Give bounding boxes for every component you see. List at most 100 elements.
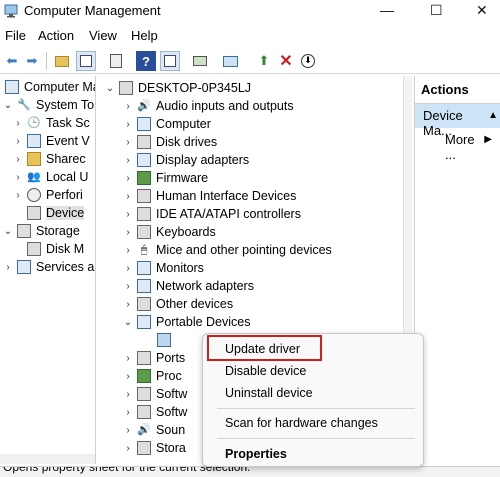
- device-category[interactable]: › 🖱 Mice and other pointing devices: [122, 241, 331, 259]
- tree-item-system-tools[interactable]: ⌄ 🔧 System To: [2, 96, 94, 114]
- console-tree: Computer Ma ⌄ 🔧 System To › 🕒 Task Sc › …: [0, 76, 96, 464]
- help-icon[interactable]: ?: [136, 51, 156, 71]
- close-button[interactable]: ✕: [476, 2, 488, 19]
- horizontal-scrollbar[interactable]: [0, 454, 95, 464]
- update-driver-icon[interactable]: ⬆: [254, 51, 274, 71]
- computer-icon: [137, 117, 151, 131]
- menu-action[interactable]: Action: [38, 28, 74, 43]
- chevron-right-icon[interactable]: ›: [12, 118, 24, 129]
- tree-item-shared-folders[interactable]: › Sharec: [12, 150, 86, 168]
- tree-item-services[interactable]: › Services ar: [2, 258, 95, 276]
- device-category[interactable]: › Softw: [122, 385, 187, 403]
- show-hide-console-tree-icon[interactable]: [76, 51, 96, 71]
- device-category[interactable]: › Proc: [122, 367, 182, 385]
- chevron-right-icon[interactable]: ›: [122, 263, 134, 274]
- device-category[interactable]: › 🔊 Soun: [122, 421, 185, 439]
- chevron-right-icon[interactable]: ›: [122, 173, 134, 184]
- chevron-right-icon[interactable]: ›: [12, 190, 24, 201]
- chevron-right-icon[interactable]: ›: [122, 389, 134, 400]
- chevron-right-icon[interactable]: ›: [12, 154, 24, 165]
- device-category[interactable]: › IDE ATA/ATAPI controllers: [122, 205, 301, 223]
- device-tree-root[interactable]: ⌄ DESKTOP-0P345LJ: [104, 79, 251, 97]
- device-category[interactable]: › Stora: [122, 439, 186, 457]
- device-category[interactable]: › Display adapters: [122, 151, 249, 169]
- tree-item-local-users[interactable]: › 👥 Local U: [12, 168, 88, 186]
- tree-item-performance[interactable]: › Perfori: [12, 186, 83, 204]
- chevron-right-icon[interactable]: ›: [122, 371, 134, 382]
- print-icon[interactable]: [190, 51, 210, 71]
- uninstall-device-icon[interactable]: ✕: [276, 51, 296, 71]
- chevron-right-icon[interactable]: ›: [122, 299, 134, 310]
- tree-item-task-scheduler[interactable]: › 🕒 Task Sc: [12, 114, 89, 132]
- window-title: Computer Management: [24, 3, 161, 18]
- chevron-right-icon[interactable]: ›: [122, 245, 134, 256]
- device-category[interactable]: › Firmware: [122, 169, 208, 187]
- chevron-right-icon[interactable]: ›: [122, 137, 134, 148]
- chevron-right-icon[interactable]: ›: [122, 227, 134, 238]
- tree-item-storage[interactable]: ⌄ Storage: [2, 222, 80, 240]
- device-category[interactable]: › Other devices: [122, 295, 233, 313]
- chevron-right-icon[interactable]: ›: [12, 172, 24, 183]
- chevron-right-icon[interactable]: ›: [122, 407, 134, 418]
- device-category[interactable]: › Monitors: [122, 259, 204, 277]
- portable-device-child[interactable]: [142, 331, 176, 349]
- chevron-right-icon[interactable]: ›: [122, 191, 134, 202]
- scan-hardware-icon[interactable]: [220, 51, 240, 71]
- device-category[interactable]: › Computer: [122, 115, 211, 133]
- chevron-right-icon[interactable]: ›: [12, 136, 24, 147]
- device-category[interactable]: › Disk drives: [122, 133, 217, 151]
- menu-help[interactable]: Help: [131, 28, 158, 43]
- title-bar: Computer Management — ☐ ✕: [0, 0, 500, 24]
- tree-item-event-viewer[interactable]: › Event V: [12, 132, 90, 150]
- properties-sheet-icon[interactable]: [106, 51, 126, 71]
- chevron-right-icon[interactable]: ›: [122, 209, 134, 220]
- disk-icon: [27, 242, 41, 256]
- toolbar: ⬅ ➡ ? ⬆ ✕ ⬇: [0, 48, 500, 74]
- menu-separator: [217, 408, 415, 409]
- chevron-right-icon[interactable]: ›: [122, 425, 134, 436]
- device-manager-icon: [27, 206, 41, 220]
- device-category[interactable]: › Softw: [122, 403, 187, 421]
- device-category[interactable]: › Human Interface Devices: [122, 187, 296, 205]
- device-category[interactable]: › Keyboards: [122, 223, 216, 241]
- device-category-portable-devices[interactable]: ⌄ Portable Devices: [122, 313, 251, 331]
- tree-item-device-manager[interactable]: Device: [12, 204, 85, 222]
- forward-arrow-icon[interactable]: ➡: [22, 51, 42, 71]
- software-device-icon: [137, 405, 151, 419]
- chevron-down-icon[interactable]: ⌄: [104, 83, 116, 94]
- actions-more[interactable]: More ... ▶: [415, 128, 500, 162]
- menu-item-disable-device[interactable]: Disable device: [225, 364, 306, 378]
- actions-device-manager[interactable]: Device Ma... ▲: [415, 104, 500, 138]
- up-folder-icon[interactable]: [52, 51, 72, 71]
- chevron-right-icon[interactable]: ›: [122, 155, 134, 166]
- chevron-right-icon[interactable]: ›: [122, 353, 134, 364]
- maximize-button[interactable]: ☐: [430, 2, 443, 19]
- minimize-button[interactable]: —: [380, 2, 394, 18]
- collapse-up-icon[interactable]: ▲: [488, 110, 498, 121]
- mouse-icon: 🖱: [140, 243, 148, 256]
- chevron-right-icon[interactable]: ›: [122, 101, 134, 112]
- menu-item-uninstall-device[interactable]: Uninstall device: [225, 386, 313, 400]
- device-category[interactable]: › Ports: [122, 349, 185, 367]
- chevron-down-icon[interactable]: ⌄: [122, 317, 134, 328]
- menu-file[interactable]: File: [5, 28, 26, 43]
- menu-view[interactable]: View: [89, 28, 117, 43]
- back-arrow-icon[interactable]: ⬅: [2, 51, 22, 71]
- chevron-right-icon[interactable]: ›: [122, 119, 134, 130]
- chevron-right-icon[interactable]: ›: [122, 443, 134, 454]
- tree-item-computer-management[interactable]: Computer Ma: [2, 78, 95, 96]
- tree-item-disk-management[interactable]: Disk M: [12, 240, 84, 258]
- show-action-pane-icon[interactable]: [160, 51, 180, 71]
- services-icon: [17, 260, 31, 274]
- device-category[interactable]: › Network adapters: [122, 277, 254, 295]
- device-category[interactable]: › 🔊 Audio inputs and outputs: [122, 97, 293, 115]
- menu-item-properties[interactable]: Properties: [225, 447, 287, 461]
- menu-item-scan-hardware-changes[interactable]: Scan for hardware changes: [225, 416, 378, 430]
- chevron-right-icon[interactable]: ›: [122, 281, 134, 292]
- disk-drive-icon: [137, 135, 151, 149]
- update-driver-highlight-box: [207, 335, 322, 361]
- chevron-down-icon[interactable]: ⌄: [2, 226, 14, 237]
- chevron-right-icon[interactable]: ›: [2, 262, 14, 273]
- chevron-down-icon[interactable]: ⌄: [2, 100, 14, 111]
- disable-device-icon[interactable]: ⬇: [298, 51, 318, 71]
